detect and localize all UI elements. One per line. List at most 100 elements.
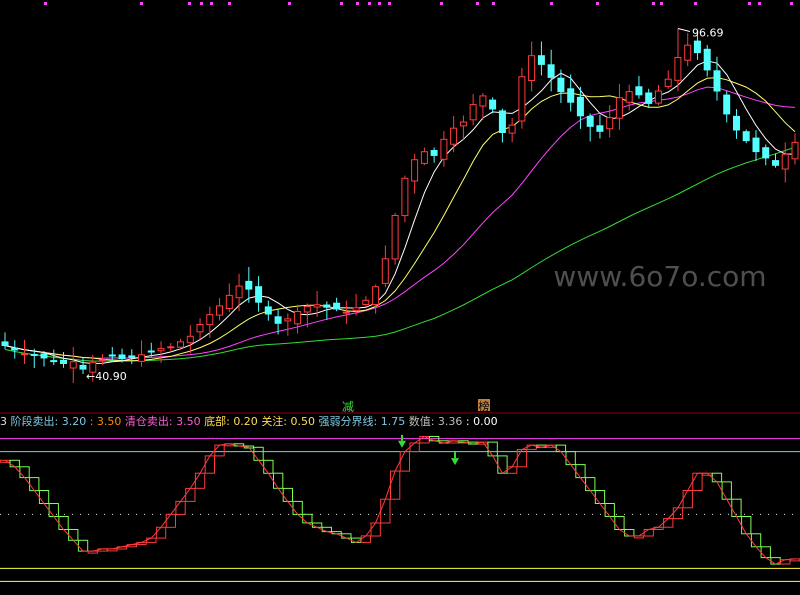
candle-body <box>459 121 467 127</box>
osc-step <box>507 466 518 474</box>
osc-step <box>370 522 381 537</box>
osc-step <box>594 490 606 504</box>
header-label: : <box>90 415 97 428</box>
top-marker <box>440 2 443 5</box>
osc-step <box>321 526 333 533</box>
candle-body <box>469 104 477 121</box>
header-value: 0.50 <box>291 415 319 428</box>
candle-body <box>391 215 399 260</box>
osc-step <box>165 513 176 528</box>
candle-body <box>60 359 67 364</box>
top-marker <box>368 2 371 5</box>
candle-body <box>733 115 740 131</box>
top-marker <box>790 2 793 5</box>
sell-arrow-icon <box>451 458 459 466</box>
candle-body <box>586 115 594 127</box>
high-pointer <box>677 28 691 32</box>
top-marker <box>356 2 359 5</box>
candle-body <box>752 137 760 153</box>
osc-step <box>565 451 576 466</box>
low-price-label: ←40.90 <box>86 370 127 383</box>
top-marker <box>492 2 495 5</box>
top-marker <box>200 2 203 5</box>
osc-step <box>273 472 284 489</box>
candle-body <box>225 294 233 309</box>
osc-step <box>624 529 635 537</box>
top-marker <box>694 2 697 5</box>
candle-body <box>30 354 38 356</box>
candle-body <box>216 305 223 316</box>
header-value: 1.75 <box>381 415 409 428</box>
header-value: 3.50 <box>97 415 125 428</box>
osc-step <box>555 444 567 453</box>
ma-mid-line <box>4 77 796 362</box>
candle-body <box>450 127 458 145</box>
top-marker <box>44 2 47 5</box>
candle-body <box>723 94 731 115</box>
candle-body <box>479 95 487 107</box>
header-label: 数值: <box>409 415 438 428</box>
osc-step <box>672 507 684 520</box>
candle-body <box>615 97 623 119</box>
osc-step <box>711 472 723 483</box>
osc-step <box>663 518 674 528</box>
candle-body <box>381 258 389 284</box>
osc-step <box>253 446 264 461</box>
candle-body <box>274 316 282 324</box>
candle-body <box>518 76 526 122</box>
candle-body <box>528 55 536 81</box>
candle-body <box>196 324 204 333</box>
candle-body <box>430 150 438 156</box>
candle-body <box>791 141 799 160</box>
candle-body <box>781 153 789 170</box>
candle-body <box>138 354 145 362</box>
header-label: : <box>466 415 473 428</box>
top-marker <box>660 2 663 5</box>
candle-body <box>342 311 350 314</box>
osc-step <box>175 500 186 515</box>
top-marker <box>388 2 391 5</box>
osc-step <box>682 490 693 509</box>
osc-step <box>760 546 771 559</box>
osc-step <box>643 529 654 537</box>
osc-step <box>780 559 791 565</box>
top-marker <box>210 2 213 5</box>
header-value: 3.20 <box>62 415 90 428</box>
candle-body <box>576 96 584 117</box>
candle-body <box>440 138 448 160</box>
candle-body <box>264 306 272 315</box>
candle-body <box>654 90 662 104</box>
candle-body <box>547 64 555 78</box>
candle-body <box>108 354 116 357</box>
osc-step <box>312 522 323 528</box>
header-label: 关注: <box>261 414 290 428</box>
candle-body <box>255 286 263 303</box>
candle-body <box>635 86 643 96</box>
candle-body <box>625 91 633 103</box>
osc-step <box>146 537 157 543</box>
candle-body <box>118 354 126 360</box>
candle-body <box>372 286 380 306</box>
candle-body <box>40 353 48 359</box>
osc-step <box>29 477 40 492</box>
candle-body <box>557 77 565 93</box>
header-label: 强弱分界线: <box>319 414 381 428</box>
osc-step <box>282 487 294 502</box>
ma-fast-line <box>4 60 796 365</box>
header-label: 底部: <box>204 414 233 428</box>
candle-body <box>674 57 682 81</box>
osc-step <box>390 470 401 500</box>
top-marker <box>476 2 479 5</box>
candle-body <box>703 48 711 71</box>
top-marker <box>652 2 655 5</box>
top-marker <box>596 2 599 5</box>
candle-body <box>11 347 19 351</box>
top-marker <box>748 2 751 5</box>
candle-body <box>693 40 701 54</box>
candle-body <box>401 177 409 217</box>
candle-body <box>206 314 214 326</box>
top-marker <box>288 2 291 5</box>
osc-step <box>604 503 615 517</box>
osc-step <box>292 500 303 515</box>
candle-body <box>645 92 653 104</box>
